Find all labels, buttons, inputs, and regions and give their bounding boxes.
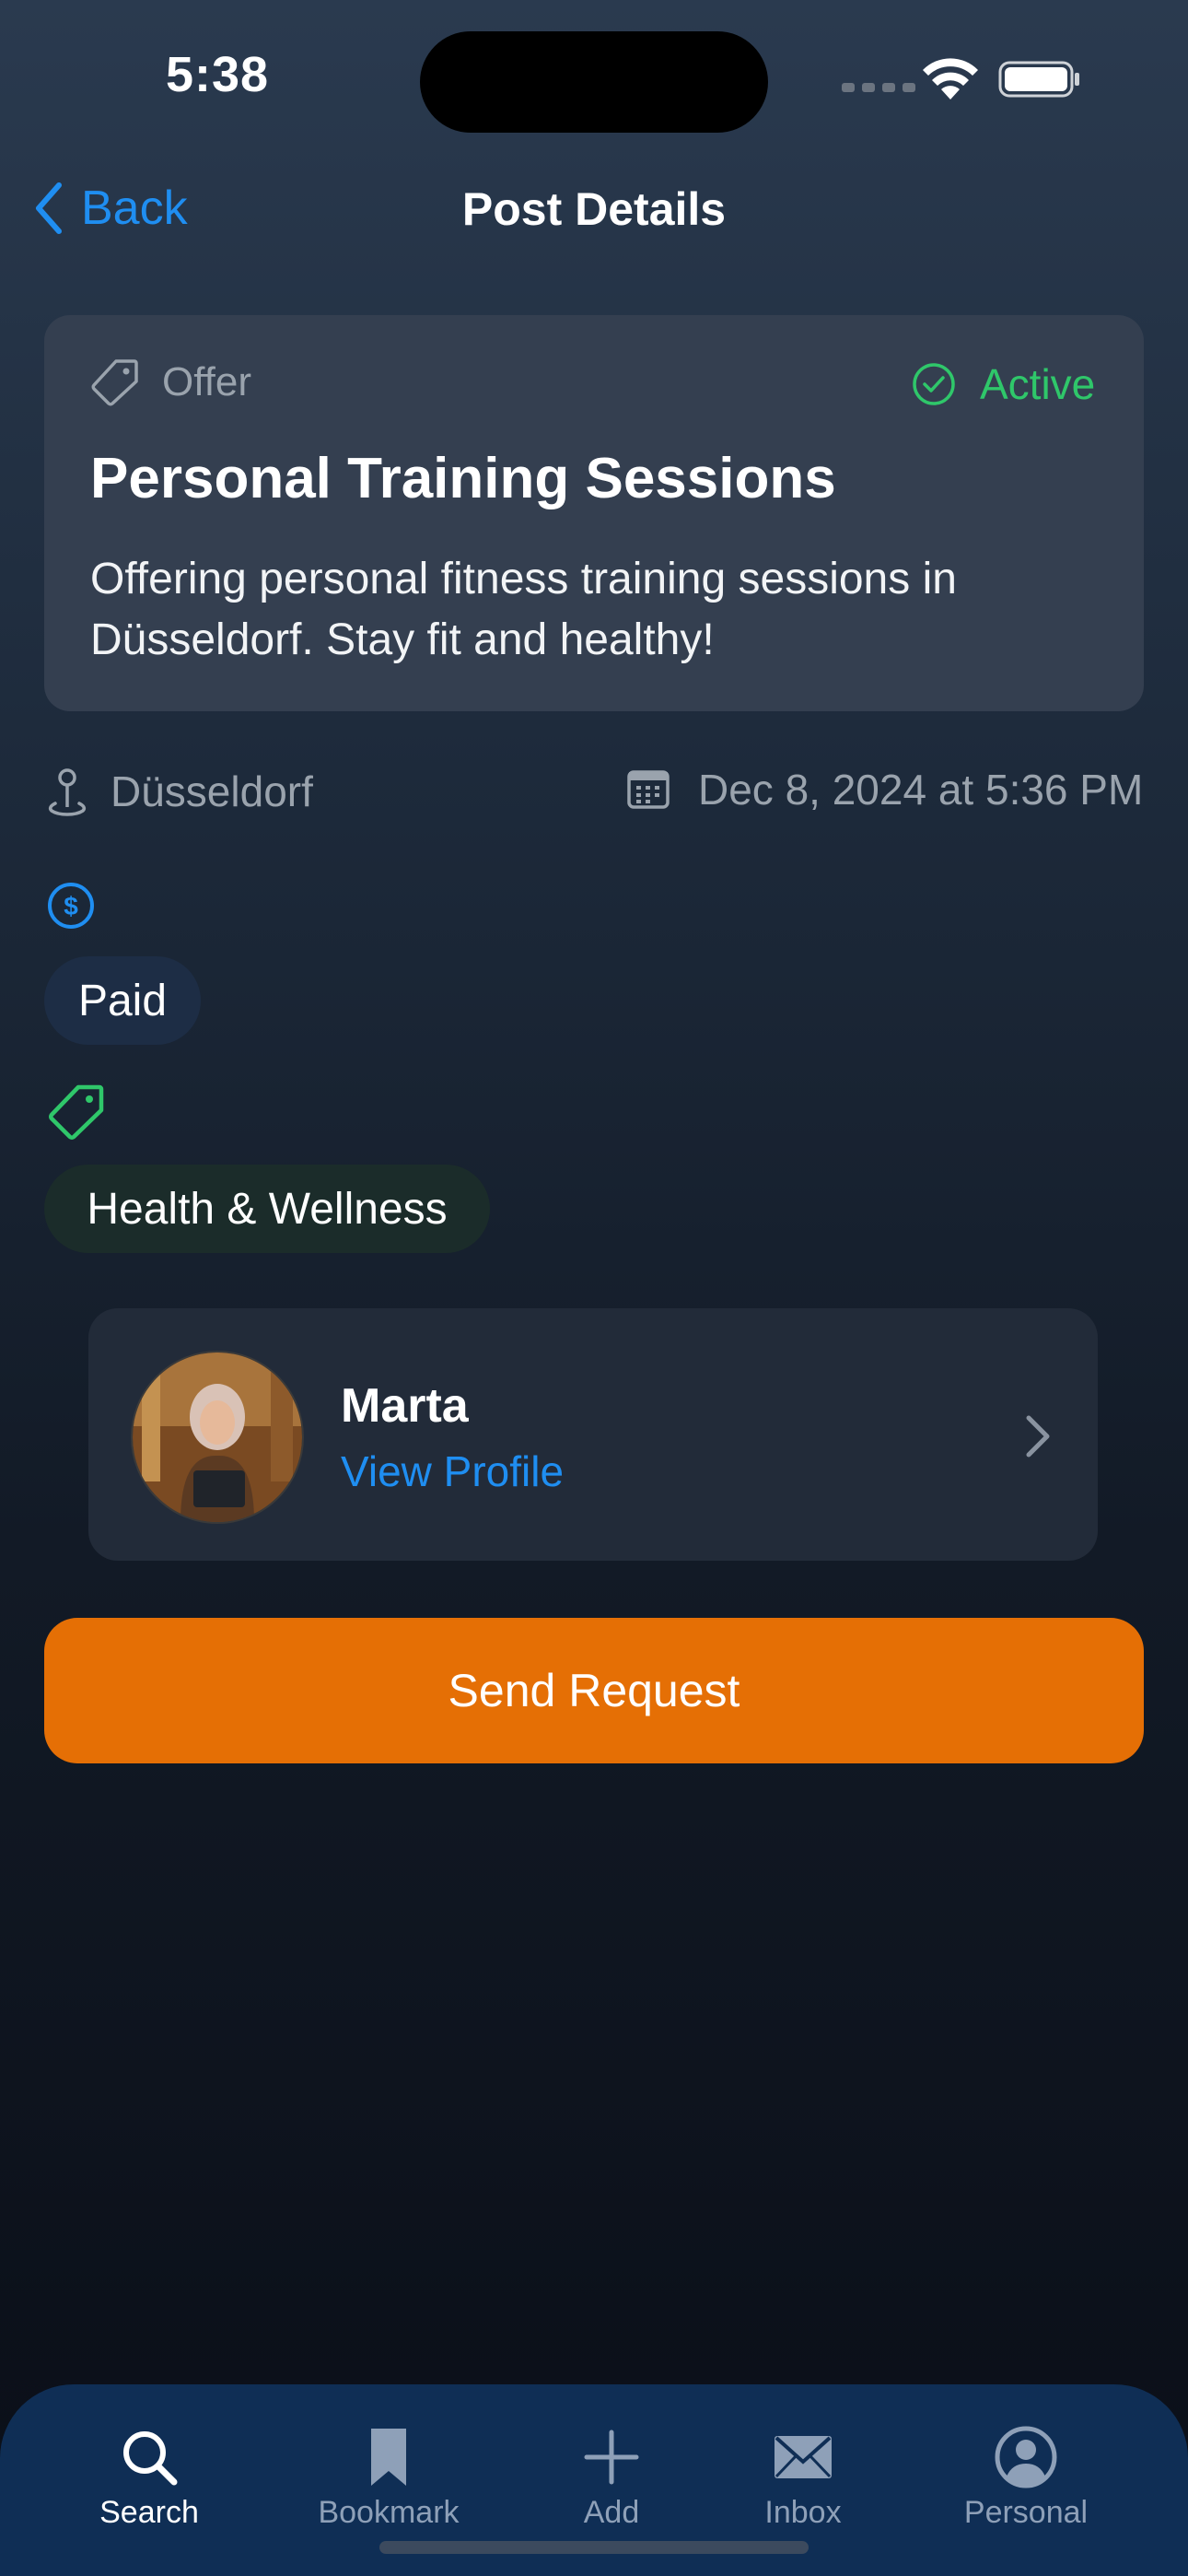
- tag-icon: [91, 359, 138, 406]
- date-label: Dec 8, 2024 at 5:36 PM: [698, 766, 1144, 814]
- category-chip: Health & Wellness: [44, 1165, 490, 1253]
- map-pin-icon: [48, 768, 87, 816]
- tab-add[interactable]: Add: [510, 2425, 713, 2531]
- person-circle-icon: [995, 2426, 1057, 2488]
- calendar-icon: [627, 770, 670, 809]
- envelope-icon: [775, 2436, 832, 2478]
- location: Düsseldorf: [46, 767, 313, 816]
- dynamic-island: [420, 31, 768, 133]
- status-badge: Active: [912, 359, 1095, 409]
- search-icon: [123, 2431, 178, 2486]
- svg-text:$: $: [64, 892, 78, 920]
- category-tag-icon: [49, 1084, 104, 1140]
- post-title: Personal Training Sessions: [90, 447, 836, 510]
- tab-label: Add: [583, 2495, 640, 2530]
- view-profile-link[interactable]: View Profile: [341, 1446, 564, 1496]
- page-title: Post Details: [461, 183, 727, 235]
- tab-inbox[interactable]: Inbox: [702, 2425, 904, 2531]
- post-description: Offering personal fitness training sessi…: [90, 555, 957, 664]
- signal-icon: [842, 83, 915, 92]
- tab-label: Bookmark: [318, 2495, 460, 2530]
- send-request-button[interactable]: Send Request: [44, 1618, 1144, 1763]
- avatar: [131, 1351, 304, 1524]
- post-type-label: Offer: [162, 359, 252, 404]
- status-time: 5:38: [166, 47, 270, 102]
- battery-icon: [998, 61, 1079, 98]
- plus-icon: [584, 2430, 639, 2485]
- chevron-right-icon: [1026, 1415, 1050, 1458]
- status-label: Active: [980, 360, 1096, 408]
- tab-personal[interactable]: Personal: [925, 2425, 1127, 2531]
- post-date: Dec 8, 2024 at 5:36 PM: [626, 765, 1143, 814]
- tab-bookmark[interactable]: Bookmark: [287, 2425, 490, 2531]
- post-type: Offer: [90, 357, 251, 407]
- home-indicator: [379, 2541, 809, 2554]
- bookmark-icon: [371, 2429, 406, 2486]
- tab-label: Inbox: [764, 2495, 842, 2530]
- author-name: Marta: [341, 1379, 469, 1433]
- price-chip: Paid: [44, 956, 201, 1045]
- checkmark-circle-icon: [913, 363, 955, 405]
- tab-search[interactable]: Search: [48, 2425, 250, 2531]
- tab-label: Search: [99, 2495, 199, 2530]
- wifi-icon: [923, 58, 978, 100]
- location-label: Düsseldorf: [111, 767, 313, 815]
- dollar-circle-icon: $: [48, 883, 94, 929]
- tab-label: Personal: [963, 2495, 1089, 2530]
